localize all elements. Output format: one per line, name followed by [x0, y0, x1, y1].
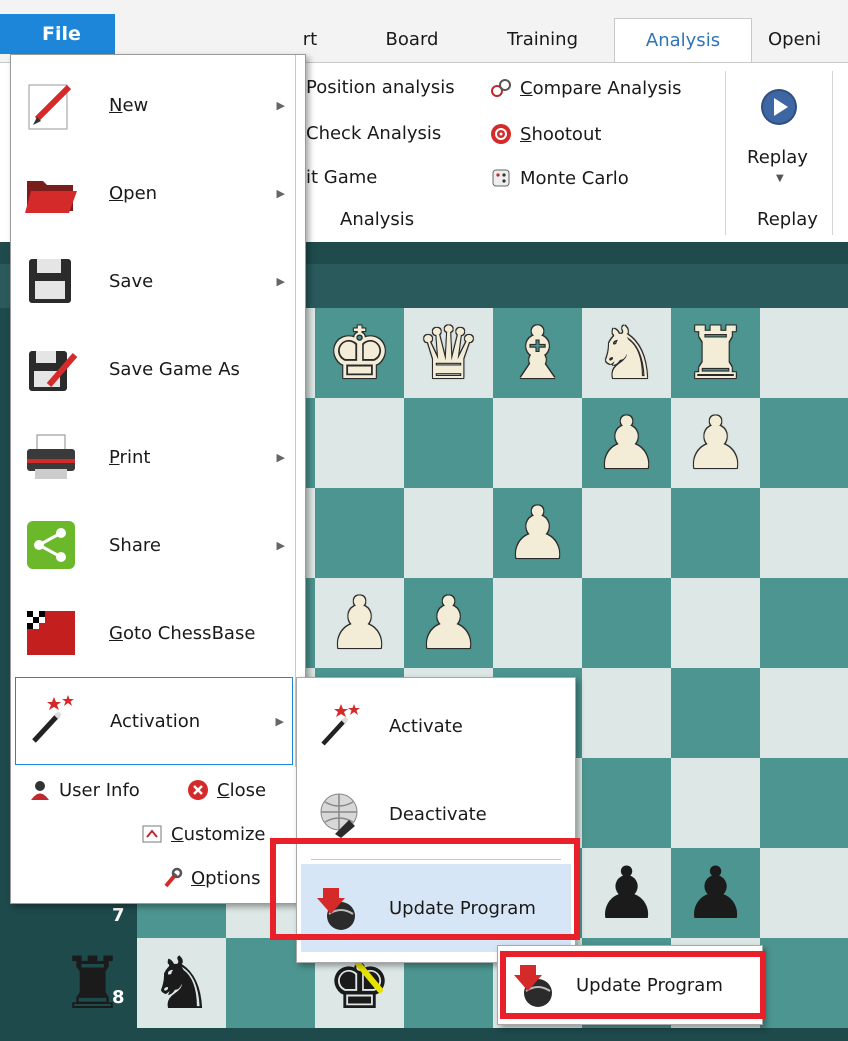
- board-square[interactable]: [760, 938, 848, 1028]
- menu-item-print[interactable]: Print ▶: [15, 413, 293, 501]
- save-as-icon: [29, 351, 78, 391]
- board-square[interactable]: [315, 488, 404, 578]
- board-square[interactable]: [493, 398, 582, 488]
- highlight-box-submenu: [270, 838, 580, 940]
- submenu-arrow-icon: ▶: [276, 274, 285, 288]
- black-piece[interactable]: ♜: [48, 938, 137, 1028]
- board-square[interactable]: [760, 668, 848, 758]
- rank-label-8: 8: [112, 987, 125, 1008]
- shootout-icon: [491, 124, 511, 144]
- black-piece[interactable]: ♟: [671, 848, 760, 938]
- compare-icon: [491, 79, 511, 97]
- board-square[interactable]: [315, 398, 404, 488]
- position-analysis-button[interactable]: Position analysis: [306, 77, 455, 98]
- white-piece[interactable]: ♟: [493, 488, 582, 578]
- user-icon: [31, 781, 49, 800]
- dice-icon: [492, 169, 510, 187]
- tab-analysis[interactable]: Analysis: [614, 18, 752, 63]
- white-piece[interactable]: ♚: [315, 308, 404, 398]
- board-square[interactable]: [760, 578, 848, 668]
- monte-carlo-button[interactable]: Monte Carlo: [490, 167, 629, 189]
- board-square[interactable]: [582, 578, 671, 668]
- board-square[interactable]: [493, 578, 582, 668]
- new-document-icon: [28, 84, 72, 130]
- board-square[interactable]: [582, 668, 671, 758]
- magic-wand-icon: [32, 695, 74, 743]
- tab-training[interactable]: Training: [490, 18, 595, 62]
- menu-item-goto-chessbase[interactable]: Goto ChessBase: [15, 589, 293, 677]
- file-menu-panel: New ▶ Open ▶ Save ▶ Save Game As Print ▶…: [10, 54, 306, 904]
- replay-button-label: Replay: [747, 147, 808, 168]
- board-square[interactable]: [582, 758, 671, 848]
- board-square[interactable]: [671, 578, 760, 668]
- menu-item-activation[interactable]: Activation ▶: [15, 677, 293, 765]
- board-square[interactable]: [671, 668, 760, 758]
- board-square[interactable]: [404, 398, 493, 488]
- file-menu-list: New ▶ Open ▶ Save ▶ Save Game As Print ▶…: [11, 55, 296, 767]
- file-menu-button[interactable]: File: [0, 14, 115, 54]
- group-separator: [832, 71, 833, 235]
- analysis-group-label: Analysis: [340, 209, 415, 230]
- board-square[interactable]: [760, 848, 848, 938]
- deactivate-globe-icon: [320, 793, 358, 838]
- white-piece[interactable]: ♟: [404, 578, 493, 668]
- close-icon: [188, 780, 208, 800]
- menu-item-new[interactable]: New ▶: [15, 61, 293, 149]
- board-square[interactable]: [582, 488, 671, 578]
- group-separator: [725, 71, 726, 235]
- edit-game-button[interactable]: it Game: [306, 167, 377, 188]
- submenu-arrow-icon: ▶: [275, 714, 284, 728]
- ribbon-tab-bar: rt Board Training Analysis Openi: [0, 0, 848, 63]
- menu-item-save[interactable]: Save ▶: [15, 237, 293, 325]
- save-disk-icon: [29, 259, 71, 303]
- shootout-button[interactable]: Shootout: [490, 123, 601, 145]
- black-piece[interactable]: ♞: [137, 938, 226, 1028]
- black-piece[interactable]: ♟: [582, 848, 671, 938]
- magic-wand-icon: [321, 704, 360, 746]
- customize-button[interactable]: Customize: [141, 823, 266, 845]
- compare-analysis-button[interactable]: Compare Analysis: [490, 77, 682, 99]
- play-icon: [761, 89, 797, 125]
- submenu-arrow-icon: ▶: [276, 538, 285, 552]
- rank-label-7: 7: [112, 905, 125, 926]
- menu-item-share[interactable]: Share ▶: [15, 501, 293, 589]
- board-square[interactable]: [760, 308, 848, 398]
- submenu-arrow-icon: ▶: [276, 186, 285, 200]
- board-square[interactable]: [404, 488, 493, 578]
- chessbase-logo-icon: [27, 611, 75, 655]
- board-square[interactable]: [760, 758, 848, 848]
- options-button[interactable]: Options: [161, 867, 260, 889]
- board-square[interactable]: [671, 758, 760, 848]
- white-piece[interactable]: ♟: [315, 578, 404, 668]
- tab-board[interactable]: Board: [367, 18, 457, 62]
- check-analysis-button[interactable]: Check Analysis: [306, 123, 441, 144]
- close-button[interactable]: Close: [187, 779, 266, 801]
- white-piece[interactable]: ♜: [671, 308, 760, 398]
- printer-icon: [27, 434, 75, 479]
- menu-item-save-game-as[interactable]: Save Game As: [15, 325, 293, 413]
- board-square[interactable]: [760, 398, 848, 488]
- board-square[interactable]: [671, 488, 760, 578]
- white-piece[interactable]: ♟: [671, 398, 760, 488]
- submenu-arrow-icon: ▶: [276, 450, 285, 464]
- highlight-box-popup: [500, 951, 766, 1019]
- replay-button[interactable]: Replay ▼: [740, 71, 820, 201]
- white-piece[interactable]: ♟: [582, 398, 671, 488]
- board-square[interactable]: [760, 488, 848, 578]
- user-info-button[interactable]: User Info: [29, 779, 140, 801]
- white-piece[interactable]: ♝: [493, 308, 582, 398]
- menu-item-open[interactable]: Open ▶: [15, 149, 293, 237]
- replay-group-label: Replay: [757, 209, 818, 230]
- white-piece[interactable]: ♞: [582, 308, 671, 398]
- submenu-arrow-icon: ▶: [276, 98, 285, 112]
- chevron-down-icon: ▼: [776, 173, 784, 184]
- share-icon: [27, 521, 75, 569]
- submenu-item-activate[interactable]: Activate: [301, 682, 571, 770]
- customize-icon: [142, 825, 162, 843]
- white-piece[interactable]: ♛: [404, 308, 493, 398]
- tab-opening[interactable]: Openi: [768, 18, 848, 62]
- wrench-icon: [164, 867, 183, 888]
- folder-open-icon: [25, 181, 77, 213]
